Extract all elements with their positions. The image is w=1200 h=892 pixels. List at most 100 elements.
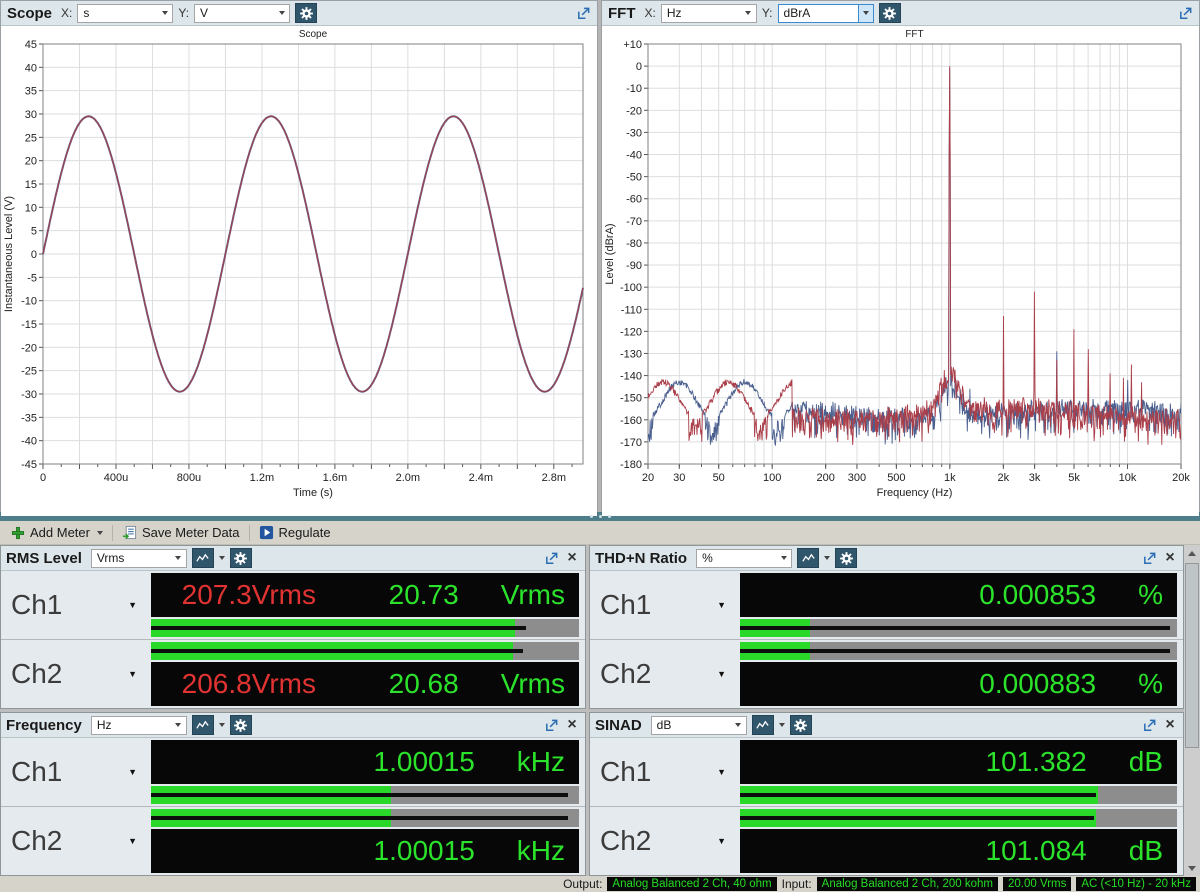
svg-text:-35: -35	[21, 412, 37, 424]
chevron-down-icon	[779, 723, 785, 727]
svg-text:FFT: FFT	[905, 29, 923, 40]
popout-icon[interactable]	[1141, 717, 1157, 733]
unit-select-value: Hz	[97, 718, 112, 732]
meters-grid: RMS Level Vrms × Ch1 ▼	[0, 545, 1184, 876]
channel-name: Ch1	[600, 589, 651, 621]
svg-text:30: 30	[25, 109, 37, 121]
settings-gear-button[interactable]	[790, 715, 812, 735]
svg-text:500: 500	[887, 472, 905, 484]
scope-header: Scope X: s Y: V	[1, 1, 597, 26]
meter-display: 1.00015 kHz	[151, 740, 579, 784]
vertical-scrollbar[interactable]	[1184, 545, 1200, 876]
popout-icon[interactable]	[575, 5, 591, 21]
svg-text:-170: -170	[620, 437, 642, 449]
channel-name: Ch2	[600, 825, 651, 857]
popout-icon[interactable]	[543, 550, 559, 566]
meter-unit: kHz	[517, 746, 565, 778]
svg-text:-150: -150	[620, 393, 642, 405]
fft-y-unit-select[interactable]: dBrA	[778, 4, 874, 23]
unit-select[interactable]: %	[696, 549, 792, 568]
meter-value: 0.000853	[979, 579, 1096, 611]
fft-y-unit-value: dBrA	[784, 6, 811, 20]
regulate-button[interactable]: Regulate	[252, 522, 338, 544]
meter-unit: dB	[1129, 835, 1163, 867]
scope-y-axis-label: Y:	[178, 6, 189, 20]
channel-selector[interactable]: Ch2 ▼	[1, 807, 149, 875]
level-bar	[151, 619, 579, 637]
meter-graph-button[interactable]	[797, 548, 819, 568]
svg-text:15: 15	[25, 179, 37, 191]
unit-select[interactable]: dB	[651, 716, 747, 735]
settings-gear-button[interactable]	[835, 548, 857, 568]
svg-text:Level (dBrA): Level (dBrA)	[604, 223, 616, 284]
freq-ch1-row: Ch1 ▼ 1.00015 kHz	[1, 738, 585, 806]
input-config-badge[interactable]: Analog Balanced 2 Ch, 200 kohm	[817, 877, 998, 891]
svg-text:Frequency (Hz): Frequency (Hz)	[877, 487, 953, 499]
close-icon[interactable]: ×	[1162, 550, 1178, 566]
plots-row: Scope X: s Y: V -45-40-35-30-25-20-15-10…	[0, 0, 1200, 512]
output-label: Output:	[563, 877, 602, 891]
chevron-down-icon: ▼	[128, 600, 137, 610]
channel-selector[interactable]: Ch1 ▼	[1, 738, 149, 806]
scope-x-unit-select[interactable]: s	[77, 4, 173, 23]
channel-selector[interactable]: Ch1 ▼	[1, 571, 149, 639]
channel-name: Ch2	[11, 825, 62, 857]
save-meter-data-button[interactable]: Save Meter Data	[115, 522, 247, 544]
scroll-up-arrow-icon[interactable]	[1184, 545, 1200, 561]
svg-text:-5: -5	[27, 272, 37, 284]
close-icon[interactable]: ×	[564, 717, 580, 733]
scroll-down-arrow-icon[interactable]	[1184, 860, 1200, 876]
settings-gear-button[interactable]	[230, 715, 252, 735]
channel-selector[interactable]: Ch2 ▼	[1, 640, 149, 708]
svg-text:1.2m: 1.2m	[250, 472, 274, 484]
input-level-badge[interactable]: 20.00 Vrms	[1003, 877, 1071, 891]
svg-text:400u: 400u	[104, 472, 128, 484]
close-icon[interactable]: ×	[1162, 717, 1178, 733]
svg-text:+10: +10	[623, 39, 642, 51]
popout-icon[interactable]	[1177, 5, 1193, 21]
meter-unit: Vrms	[501, 579, 565, 611]
svg-text:20k: 20k	[1172, 472, 1190, 484]
fft-x-unit-select[interactable]: Hz	[661, 4, 757, 23]
close-icon[interactable]: ×	[564, 550, 580, 566]
channel-selector[interactable]: Ch2 ▼	[590, 807, 738, 875]
settings-gear-button[interactable]	[295, 3, 317, 23]
chevron-down-icon	[97, 531, 103, 535]
chevron-down-icon	[171, 550, 186, 567]
sinad-ch2-row: Ch2 ▼ 101.084 dB	[590, 807, 1183, 875]
channel-selector[interactable]: Ch1 ▼	[590, 571, 738, 639]
chevron-down-icon: ▼	[717, 600, 726, 610]
meter-title: SINAD	[595, 717, 642, 734]
meter-graph-button[interactable]	[752, 715, 774, 735]
svg-text:50: 50	[713, 472, 725, 484]
meter-panel-rms-level: RMS Level Vrms × Ch1 ▼	[0, 545, 586, 709]
svg-text:-30: -30	[21, 389, 37, 401]
sinad-ch1-row: Ch1 ▼ 101.382 dB	[590, 738, 1183, 806]
add-meter-button[interactable]: Add Meter	[4, 522, 110, 544]
meter-value: 1.00015	[374, 746, 475, 778]
meter-graph-button[interactable]	[192, 715, 214, 735]
scope-y-unit-select[interactable]: V	[194, 4, 290, 23]
unit-select[interactable]: Vrms	[91, 549, 187, 568]
level-bar	[740, 642, 1177, 660]
status-bar: Output: Analog Balanced 2 Ch, 40 ohm Inp…	[0, 876, 1200, 892]
popout-icon[interactable]	[1141, 550, 1157, 566]
svg-text:-70: -70	[626, 216, 642, 228]
scrollbar-thumb[interactable]	[1185, 563, 1199, 748]
svg-text:-20: -20	[626, 105, 642, 117]
settings-gear-button[interactable]	[230, 548, 252, 568]
channel-selector[interactable]: Ch2 ▼	[590, 640, 738, 708]
svg-text:1.6m: 1.6m	[323, 472, 347, 484]
popout-icon[interactable]	[543, 717, 559, 733]
input-label: Input:	[782, 877, 812, 891]
meter-title: THD+N Ratio	[595, 550, 687, 567]
channel-selector[interactable]: Ch1 ▼	[590, 738, 738, 806]
svg-text:800u: 800u	[177, 472, 201, 484]
output-config-badge[interactable]: Analog Balanced 2 Ch, 40 ohm	[607, 877, 776, 891]
unit-select[interactable]: Hz	[91, 716, 187, 735]
meter-graph-button[interactable]	[192, 548, 214, 568]
channel-name: Ch1	[11, 589, 62, 621]
input-bandwidth-badge[interactable]: AC (<10 Hz) - 20 kHz	[1076, 877, 1196, 891]
unit-select-value: dB	[657, 718, 672, 732]
settings-gear-button[interactable]	[879, 3, 901, 23]
